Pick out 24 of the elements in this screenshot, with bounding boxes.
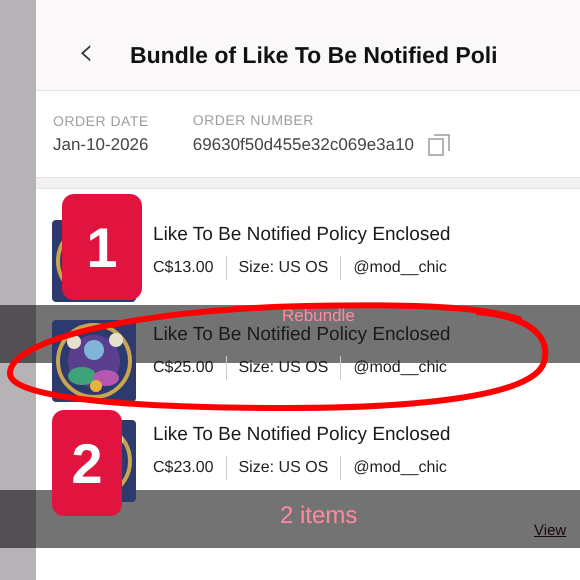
item-size: Size: US OS <box>238 359 328 377</box>
order-number-label: ORDER NUMBER <box>192 112 315 128</box>
order-number: 69630f50d455e32c069e3a10 <box>192 135 414 155</box>
overlay-text: Rebundle <box>282 306 355 326</box>
seller-name: @mod__chic <box>353 259 447 277</box>
seller-name: @mod__chic <box>353 359 447 377</box>
copy-icon[interactable] <box>428 134 450 156</box>
item-title[interactable]: Like To Be Notified Policy Enclosed <box>153 424 450 446</box>
item-size: Size: US OS <box>238 259 328 277</box>
item-price: C$13.00 <box>153 259 214 277</box>
number-badge: 1 <box>62 194 142 300</box>
item-price: C$25.00 <box>153 359 214 377</box>
number-badge: 2 <box>52 410 122 516</box>
item-title[interactable]: Like To Be Notified Policy Enclosed <box>153 324 450 346</box>
back-button[interactable]: ‹ <box>72 32 100 78</box>
seller-name: @mod__chic <box>353 459 447 477</box>
view-link[interactable]: View <box>534 522 566 539</box>
order-date: Jan-10-2026 <box>53 135 149 155</box>
overlay-text: 2 items <box>280 502 358 530</box>
item-size: Size: US OS <box>238 459 328 477</box>
order-date-label: ORDER DATE <box>53 113 149 129</box>
page-title: Bundle of Like To Be Notified Poli <box>130 42 498 68</box>
item-title[interactable]: Like To Be Notified Policy Enclosed <box>153 224 450 246</box>
item-price: C$23.00 <box>153 459 214 477</box>
